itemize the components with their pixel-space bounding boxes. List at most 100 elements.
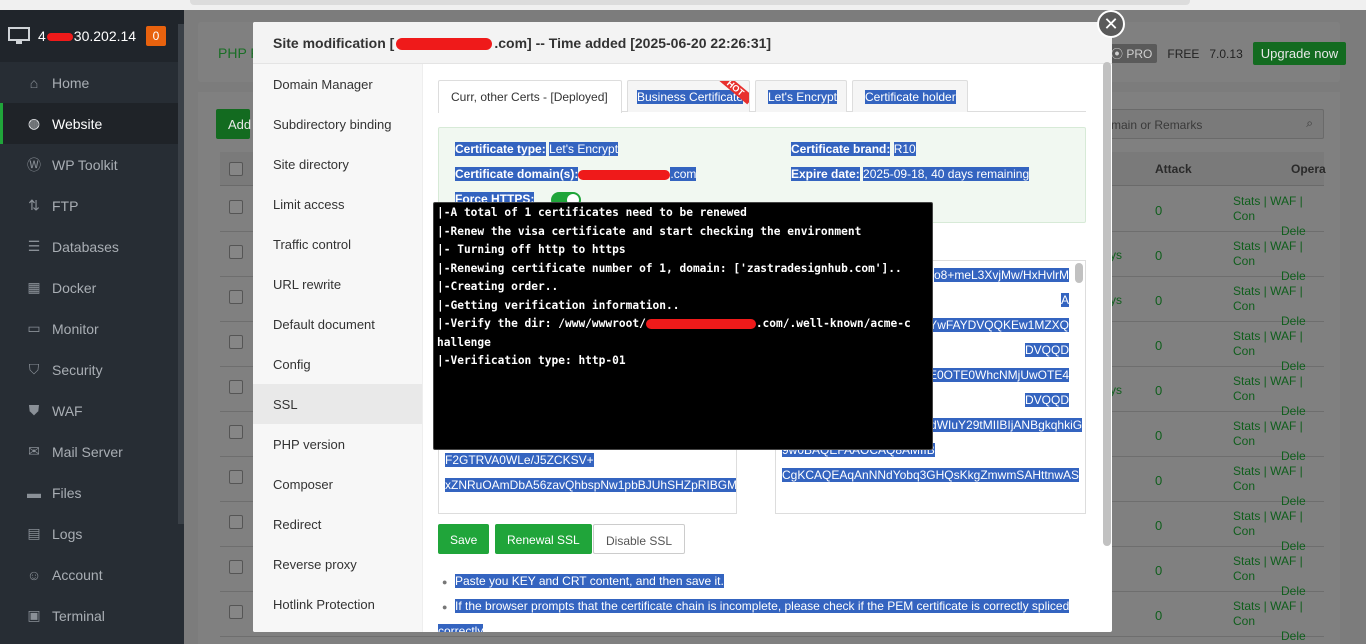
row-actions-line[interactable]: Stats | WAF | Con	[1233, 599, 1324, 629]
tip-2: If the browser prompts that the certific…	[455, 599, 1070, 613]
dialog-title: Site modification [.com] -- Time added […	[253, 22, 1112, 64]
cert-line-text: CgKCAQEAqAnNNdYobq3GHQsKkgZmwmSAHttnwAS	[782, 468, 1079, 482]
logs-icon: ▤	[27, 525, 41, 541]
key-line-text: xZNRuOAmDbA56zavQhbspNw1pbBJUhSHZpRIBGM2	[445, 478, 736, 492]
terminal-line: |-Renew the visa certificate and start c…	[437, 223, 929, 242]
row-actions-line[interactable]: Stats | WAF | Con	[1233, 464, 1324, 494]
browser-tab-strip	[190, 0, 1190, 5]
attack-count: 0	[1155, 338, 1163, 353]
row-actions-line[interactable]: Stats | WAF | Con	[1233, 329, 1324, 359]
attack-count: 0	[1155, 203, 1163, 218]
dialog-nav-config[interactable]: Config	[253, 344, 422, 384]
sidebar-item-label: Databases	[52, 238, 119, 255]
upgrade-button[interactable]: Upgrade now	[1252, 42, 1347, 65]
tip-2-continued: correctly	[438, 624, 484, 632]
close-icon[interactable]: ✕	[1097, 10, 1125, 38]
row-actions[interactable]: Stats | WAF | Con Dele	[1233, 599, 1324, 644]
terminal-line-text: hallenge	[437, 335, 491, 349]
row-actions-line[interactable]: Stats | WAF | Con	[1233, 194, 1324, 224]
verify-dir-suffix: .com/.well-known/acme-c	[755, 317, 911, 330]
cert-line-text: o8+meL3XvjMw/HxHvlrM	[933, 268, 1069, 282]
cert-domain-label: Certificate domain(s):	[455, 167, 579, 181]
tab-current-certs[interactable]: Curr, other Certs - [Deployed]	[438, 80, 622, 113]
terminal-line: |-Getting verification information..	[437, 297, 929, 316]
tab-business-certificate[interactable]: Business Certificate HOT	[627, 80, 750, 112]
sidebar-item-files[interactable]: ▬ Files	[0, 472, 184, 513]
terminal-line-text: |- Turning off http to https	[437, 243, 626, 256]
attack-count: 0	[1155, 473, 1163, 488]
disable-ssl-button[interactable]: Disable SSL	[593, 524, 686, 554]
sidebar-item-databases[interactable]: ☰ Databases	[0, 226, 184, 267]
sidebar-item-website[interactable]: ◍ Website	[0, 103, 184, 144]
row-actions-line[interactable]: Stats | WAF | Con	[1233, 374, 1324, 404]
monitor-icon: ▭	[27, 320, 41, 336]
dialog-nav-composer[interactable]: Composer	[253, 464, 422, 504]
dialog-nav-site-directory[interactable]: Site directory	[253, 144, 422, 184]
row-actions-line[interactable]: Stats | WAF | Con	[1233, 419, 1324, 449]
wordpress-icon: Ⓦ	[27, 156, 41, 173]
key-line: F2GTRVA0WLe/J5ZCKSV+	[445, 448, 730, 473]
tab-certificate-holder[interactable]: Certificate holder	[852, 80, 968, 112]
row-actions-line[interactable]: Stats | WAF | Con	[1233, 239, 1324, 269]
sidebar-item-home[interactable]: ⌂ Home	[0, 62, 184, 103]
dialog-nav-php-version[interactable]: PHP version	[253, 424, 422, 464]
edition-bar: ⦿ PRO FREE 7.0.13 Upgrade now	[1106, 42, 1347, 65]
sidebar-item-account[interactable]: ☺ Account	[0, 554, 184, 595]
sidebar-item-monitor[interactable]: ▭ Monitor	[0, 308, 184, 349]
dialog-nav-reverse-proxy[interactable]: Reverse proxy	[253, 544, 422, 584]
version-label: 7.0.13	[1209, 46, 1243, 61]
terminal-line: |-A total of 1 certificates need to be r…	[437, 204, 929, 223]
server-ip: 4 30.202.14	[38, 28, 137, 44]
renewal-ssl-button[interactable]: Renewal SSL	[495, 524, 592, 554]
cert-line: CgKCAQEAqAnNNdYobq3GHQsKkgZmwmSAHttnwAS	[782, 463, 1079, 488]
row-delete-link[interactable]: Dele	[1233, 629, 1324, 644]
attack-count: 0	[1155, 518, 1163, 533]
sidebar-item-ftp[interactable]: ⇅ FTP	[0, 185, 184, 226]
terminal-line: |-Verification type: http-01	[437, 352, 929, 371]
expire-date-value: 2025-09-18, 40 days remaining	[863, 167, 1030, 181]
certificate-scrollbar[interactable]	[1075, 263, 1083, 283]
dialog-nav-ssl[interactable]: SSL	[253, 384, 422, 424]
dialog-nav-hotlink-protection[interactable]: Hotlink Protection	[253, 584, 422, 624]
key-line-text: F2GTRVA0WLe/J5ZCKSV+	[445, 453, 594, 467]
cert-brand-value: R10	[893, 142, 916, 156]
dialog-nav-default-document[interactable]: Default document	[253, 304, 422, 344]
sidebar-item-waf[interactable]: ⛊ WAF	[0, 390, 184, 431]
attack-count: 0	[1155, 248, 1163, 263]
dialog-nav-traffic-control[interactable]: Traffic control	[253, 224, 422, 264]
server-monitor-icon	[8, 27, 30, 44]
sidebar-item-terminal[interactable]: ▣ Terminal	[0, 595, 184, 636]
site-search-input[interactable]: main or Remarks ⌕	[1094, 109, 1324, 139]
dialog-nav-limit-access[interactable]: Limit access	[253, 184, 422, 224]
sidebar-item-logs[interactable]: ▤ Logs	[0, 513, 184, 554]
sidebar-item-docker[interactable]: ▦ Docker	[0, 267, 184, 308]
add-site-button[interactable]: Add	[216, 109, 251, 139]
cert-line-text: DVQQD	[1024, 393, 1069, 407]
expire-date-label: Expire date:	[791, 167, 860, 181]
search-icon[interactable]: ⌕	[1306, 116, 1313, 131]
dialog-nav-subdirectory-binding[interactable]: Subdirectory binding	[253, 104, 422, 144]
dialog-scrollbar[interactable]	[1103, 62, 1111, 546]
shield-icon: ⛉	[28, 361, 40, 377]
terminal-line: |-Verify the dir: /www/wwwroot/ .com/.wel…	[437, 315, 929, 334]
select-all-checkbox[interactable]	[229, 162, 243, 176]
cert-line-text: RYwFAYDVQQKEw1MZXQ	[920, 318, 1069, 332]
sidebar-item-security[interactable]: ⛉ Security	[0, 349, 184, 390]
sidebar-item-mail-server[interactable]: ✉ Mail Server	[0, 431, 184, 472]
dialog-nav-domain-manager[interactable]: Domain Manager	[253, 64, 422, 104]
attack-count: 0	[1155, 383, 1163, 398]
row-actions-line[interactable]: Stats | WAF | Con	[1233, 284, 1324, 314]
save-button[interactable]: Save	[438, 524, 490, 554]
cert-brand-label: Certificate brand:	[791, 142, 891, 156]
row-actions-line[interactable]: Stats | WAF | Con	[1233, 554, 1324, 584]
alert-count-badge[interactable]: 0	[146, 26, 166, 46]
row-actions-line[interactable]: Stats | WAF | Con	[1233, 509, 1324, 539]
sidebar-item-label: WAF	[52, 402, 83, 419]
pro-badge: ⦿ PRO	[1106, 44, 1158, 63]
tab-lets-encrypt[interactable]: Let's Encrypt	[755, 80, 847, 112]
attack-count: 0	[1155, 428, 1163, 443]
cert-domain-value: .com	[670, 167, 697, 181]
dialog-nav-redirect[interactable]: Redirect	[253, 504, 422, 544]
dialog-nav-url-rewrite[interactable]: URL rewrite	[253, 264, 422, 304]
sidebar-item-wp-toolkit[interactable]: Ⓦ WP Toolkit	[0, 144, 184, 185]
